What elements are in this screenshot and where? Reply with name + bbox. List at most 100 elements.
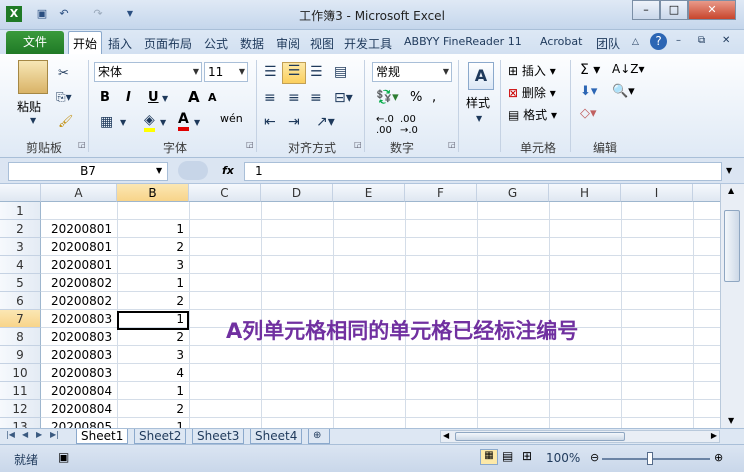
row-header-1[interactable]: 1 (0, 202, 41, 220)
cell-b2[interactable]: 1 (118, 220, 188, 238)
cell-b3[interactable]: 2 (118, 238, 188, 256)
zoom-slider-thumb[interactable] (647, 452, 653, 465)
format-cells-button[interactable]: ▤ 格式 ▾ (508, 106, 557, 123)
column-header-a[interactable]: A (41, 184, 117, 202)
cell-b9[interactable]: 3 (118, 346, 188, 364)
autosum-icon[interactable]: Σ ▾ (580, 62, 600, 78)
zoom-out-icon[interactable]: ⊖ (590, 451, 599, 464)
column-header-h[interactable]: H (549, 184, 621, 202)
name-box-dropdown-icon[interactable]: ▼ (156, 166, 162, 175)
comma-style-icon[interactable]: , (432, 90, 436, 105)
styles-icon[interactable]: A (468, 62, 494, 90)
cell-b1[interactable] (118, 202, 188, 220)
sheet-tab-1[interactable]: Sheet1 (76, 429, 129, 444)
tab-formulas[interactable]: 公式 (204, 35, 228, 52)
minimize-button[interactable]: – (632, 0, 660, 20)
horizontal-scrollbar[interactable]: ◀ ▶ (440, 430, 720, 443)
tab-view[interactable]: 视图 (310, 35, 334, 52)
cell-b13[interactable]: 1 (118, 418, 188, 428)
doc-close-icon[interactable]: ✕ (722, 35, 730, 46)
minimize-ribbon-icon[interactable]: △ (632, 37, 639, 47)
borders-dropdown-icon[interactable]: ▼ (120, 118, 126, 127)
doc-minimize-icon[interactable]: – (676, 35, 681, 46)
cell-a13[interactable]: 20200805 (42, 418, 116, 428)
grow-font-button[interactable]: A (188, 88, 200, 106)
restore-button[interactable]: □ (660, 0, 688, 20)
cell-b6[interactable]: 2 (118, 292, 188, 310)
active-cell-b7[interactable] (117, 311, 189, 330)
styles-button[interactable]: 样式 (466, 94, 490, 111)
prev-sheet-icon[interactable]: ◀ (22, 430, 28, 439)
row-header-2[interactable]: 2 (0, 220, 41, 238)
column-header-c[interactable]: C (189, 184, 261, 202)
tab-developer[interactable]: 开发工具 (344, 35, 392, 52)
row-header-7[interactable]: 7 (0, 310, 41, 328)
cut-icon[interactable]: ✂ (58, 66, 69, 81)
cell-a11[interactable]: 20200804 (42, 382, 116, 400)
sheet-tab-4[interactable]: Sheet4 (250, 429, 303, 444)
cell-a4[interactable]: 20200801 (42, 256, 116, 274)
row-header-12[interactable]: 12 (0, 400, 41, 418)
orientation-icon[interactable]: ↗▾ (316, 114, 335, 130)
column-header-i[interactable]: I (621, 184, 693, 202)
align-middle-icon[interactable]: ☰ (282, 62, 306, 84)
help-icon[interactable]: ? (650, 33, 667, 50)
page-break-view-icon[interactable]: ⊞ (522, 449, 532, 463)
increase-indent-icon[interactable]: ⇥ (288, 114, 300, 130)
row-header-5[interactable]: 5 (0, 274, 41, 292)
bold-button[interactable]: B (100, 90, 110, 105)
cell-b4[interactable]: 3 (118, 256, 188, 274)
clear-icon[interactable]: ◇▾ (580, 106, 597, 121)
row-header-6[interactable]: 6 (0, 292, 41, 310)
row-header-4[interactable]: 4 (0, 256, 41, 274)
decrease-decimal-icon[interactable]: .00 →.0 (400, 114, 418, 136)
scroll-left-icon[interactable]: ◀ (443, 431, 449, 440)
wrap-text-icon[interactable]: ▤ (334, 64, 347, 80)
horizontal-scroll-thumb[interactable] (455, 432, 625, 441)
cell-a7[interactable]: 20200803 (42, 310, 116, 328)
insert-sheet-icon[interactable]: ⊕ (308, 429, 330, 444)
font-name-combo[interactable]: 宋体 ▼ (94, 62, 202, 82)
cell-a5[interactable]: 20200802 (42, 274, 116, 292)
paste-dropdown-icon[interactable]: ▼ (30, 116, 36, 125)
tab-home[interactable]: 开始 (68, 31, 103, 54)
select-all-corner[interactable] (0, 184, 41, 202)
align-right-icon[interactable]: ≡ (310, 90, 322, 106)
sort-filter-icon[interactable]: A↓Z▾ (612, 62, 645, 76)
tab-review[interactable]: 审阅 (276, 35, 300, 52)
borders-icon[interactable]: ▦ (100, 114, 113, 130)
scroll-up-icon[interactable]: ▲ (728, 186, 734, 195)
column-header-e[interactable]: E (333, 184, 405, 202)
formula-input[interactable]: 1 (244, 162, 722, 181)
tab-acrobat[interactable]: Acrobat (540, 35, 582, 48)
tab-data[interactable]: 数据 (240, 35, 264, 52)
fill-dropdown-icon[interactable]: ▼ (160, 118, 166, 127)
underline-dropdown-icon[interactable]: ▼ (162, 94, 168, 103)
zoom-level[interactable]: 100% (546, 451, 580, 465)
underline-button[interactable]: U (148, 90, 159, 105)
delete-cells-button[interactable]: ⊠ 删除 ▾ (508, 84, 556, 101)
tab-page-layout[interactable]: 页面布局 (144, 35, 192, 52)
font-launcher-icon[interactable]: ◲ (246, 140, 254, 149)
column-header-partial[interactable] (693, 184, 720, 202)
fill-icon[interactable]: ⬇▾ (580, 84, 597, 99)
align-bottom-icon[interactable]: ☰ (310, 64, 323, 80)
copy-icon[interactable]: ⎘▾ (56, 90, 72, 105)
cell-a3[interactable]: 20200801 (42, 238, 116, 256)
normal-view-icon[interactable]: ▦ (480, 449, 498, 465)
sheet-tab-3[interactable]: Sheet3 (192, 429, 245, 444)
align-top-icon[interactable]: ☰ (264, 64, 277, 80)
formula-bar-splitter[interactable] (178, 161, 208, 180)
first-sheet-icon[interactable]: |◀ (6, 430, 15, 439)
decrease-indent-icon[interactable]: ⇤ (264, 114, 276, 130)
row-header-13[interactable]: 13 (0, 418, 41, 428)
row-header-9[interactable]: 9 (0, 346, 41, 364)
alignment-launcher-icon[interactable]: ◲ (354, 140, 362, 149)
scroll-right-icon[interactable]: ▶ (711, 431, 717, 440)
column-header-d[interactable]: D (261, 184, 333, 202)
paste-button[interactable]: 粘贴 (17, 98, 41, 115)
cell-b11[interactable]: 1 (118, 382, 188, 400)
tab-insert[interactable]: 插入 (108, 35, 132, 52)
font-color-icon[interactable]: A (178, 111, 189, 131)
fill-color-icon[interactable]: ◈ (144, 112, 155, 132)
